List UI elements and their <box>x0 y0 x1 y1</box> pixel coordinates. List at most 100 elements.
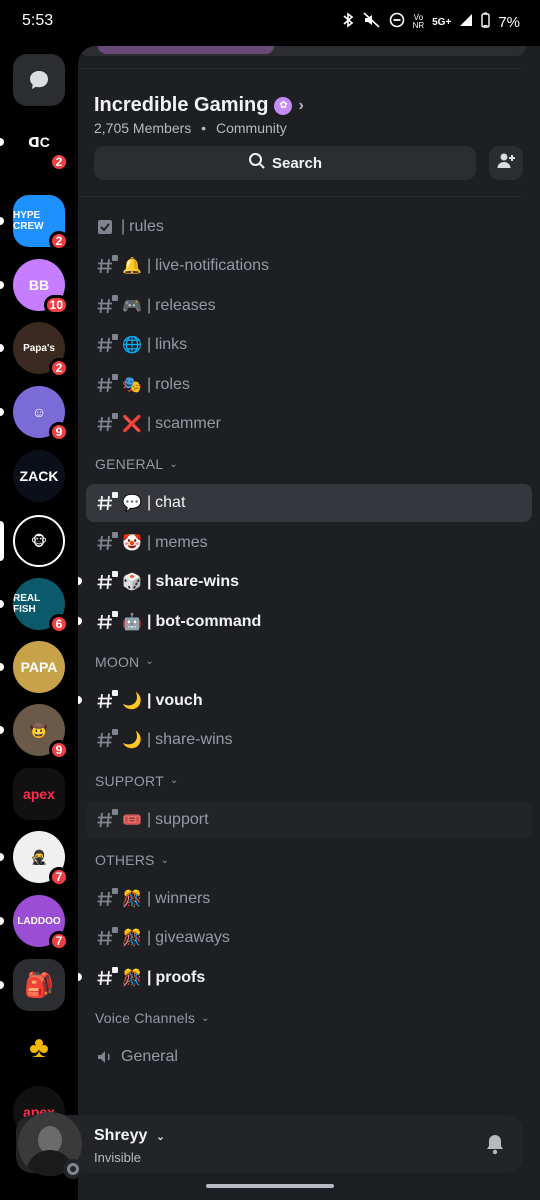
category-header[interactable]: SUPPORT ⌄ <box>86 761 532 801</box>
channel-separator: | <box>147 968 152 986</box>
volte-icon: Vo NR <box>412 13 425 30</box>
unread-indicator <box>0 521 4 561</box>
channel-item[interactable]: 🤡 | memes <box>86 524 532 562</box>
channel-name: rules <box>129 218 164 235</box>
channel-name: links <box>155 336 188 354</box>
server-icon[interactable]: LADDOO 7 <box>13 895 69 951</box>
channel-emoji: 🎲 <box>122 574 142 592</box>
invite-members-button[interactable] <box>489 146 523 180</box>
hash-lock-icon <box>95 808 118 830</box>
server-icon-label: apex <box>23 786 55 802</box>
hash-lock-icon <box>95 729 118 750</box>
channel-item[interactable]: | rules <box>86 208 532 246</box>
channel-separator: | <box>147 494 152 512</box>
direct-messages-button[interactable] <box>13 54 65 106</box>
unread-indicator <box>78 616 82 625</box>
channel-list: | rules 🔔 | live-notifications 🎮 | releases 🌐 | li… <box>78 208 532 1078</box>
channel-name: scammer <box>155 414 221 432</box>
hash-lock-icon <box>95 927 118 948</box>
server-icon[interactable]: 🥷 7 <box>13 831 69 887</box>
chevron-down-icon: ⌄ <box>160 854 170 866</box>
channel-item[interactable]: 🎮 | releases <box>86 287 532 325</box>
channel-emoji: 💬 <box>122 495 142 513</box>
channel-item[interactable]: 🤖 | bot-command <box>78 603 532 641</box>
unread-indicator <box>0 917 4 925</box>
channel-item[interactable]: 🌙 | share-wins <box>86 721 532 759</box>
server-icon[interactable]: REAL FISH 6 <box>13 578 69 634</box>
chat-bubble-icon <box>13 54 65 106</box>
channel-separator: | <box>147 890 152 908</box>
channel-emoji: 🌙 <box>122 692 142 710</box>
server-icon[interactable]: 🐵 <box>13 515 65 567</box>
channel-item[interactable]: 🔔 | live-notifications <box>86 247 532 285</box>
add-user-icon <box>496 151 516 176</box>
server-icon[interactable]: PAPA <box>13 641 65 693</box>
boost-flower-icon: ✿ <box>274 96 293 115</box>
channel-name: chat <box>155 494 186 512</box>
unread-indicator <box>78 972 82 981</box>
server-icon[interactable]: ☺ 9 <box>13 386 69 442</box>
channel-separator: | <box>147 810 152 828</box>
hash-lock-icon <box>95 412 118 434</box>
category-header[interactable]: MOON ⌄ <box>86 642 532 682</box>
server-icon[interactable]: Papa's 2 <box>13 322 69 378</box>
server-meta: 2,705 Members • Community <box>94 120 287 136</box>
server-icon[interactable]: ♣ <box>13 1022 65 1074</box>
hash-lock-icon <box>95 531 118 553</box>
channel-name: vouch <box>155 691 203 709</box>
channel-separator: | <box>147 296 152 314</box>
server-icon[interactable]: ꓷC 2 <box>13 116 69 172</box>
server-icon[interactable]: HYPE CREW 2 <box>13 195 69 251</box>
server-icon[interactable]: BB 10 <box>13 259 69 315</box>
bluetooth-icon <box>341 12 355 32</box>
server-icon[interactable]: 🤠 9 <box>13 704 69 760</box>
member-count: 2,705 Members <box>94 120 192 136</box>
channel-separator: | <box>147 691 152 709</box>
hash-lock-icon <box>95 610 118 632</box>
channel-name: share-wins <box>155 573 240 591</box>
server-icon-label: 🎒 <box>24 971 54 999</box>
hash-lock-icon <box>95 966 118 988</box>
server-title: Incredible Gaming <box>94 94 269 116</box>
server-icon[interactable]: ZACK <box>13 450 65 502</box>
channel-item[interactable]: 🎊 | proofs <box>78 959 532 997</box>
channel-emoji: 🎊 <box>122 930 142 948</box>
channel-item[interactable]: 🎊 | winners <box>86 880 532 918</box>
unread-badge: 6 <box>49 614 69 634</box>
category-header[interactable]: OTHERS ⌄ <box>86 840 532 880</box>
unread-badge: 2 <box>49 231 69 251</box>
channel-item[interactable]: 🌐 | links <box>86 326 532 364</box>
server-icon-label: ♣ <box>29 1031 49 1064</box>
server-rail: ꓷC 2 HYPE CREW 2 BB 10 Papa's 2 ☺ 9 ZACK 🐵 REAL FISH… <box>0 46 78 1200</box>
channel-item[interactable]: 🎟️ | support <box>86 800 532 839</box>
channel-item[interactable]: ❌ | scammer <box>86 405 532 443</box>
channel-name: roles <box>155 375 190 393</box>
channel-separator: | <box>147 929 152 947</box>
channel-item[interactable]: 🎲 | share-wins <box>78 563 532 601</box>
server-icon[interactable]: 🎒 <box>13 959 65 1011</box>
category-header[interactable]: GENERAL ⌄ <box>86 444 532 484</box>
hash-lock-icon <box>95 373 118 395</box>
server-icon[interactable]: apex <box>13 768 65 820</box>
channel-item[interactable]: 🎭 | roles <box>86 366 532 404</box>
battery-icon <box>481 12 491 32</box>
username[interactable]: Shreyy ⌄ <box>94 1127 165 1145</box>
channel-separator: | <box>147 612 152 630</box>
channel-separator: | <box>147 375 152 393</box>
hash-lock-icon <box>95 255 118 276</box>
channel-item[interactable]: 🌙 | vouch <box>78 682 532 720</box>
channel-item[interactable]: 💬 | chat <box>86 484 532 523</box>
user-bar[interactable]: Shreyy ⌄ Invisible <box>16 1112 523 1179</box>
channel-separator: | <box>147 257 152 275</box>
hash-lock-icon <box>95 492 118 513</box>
category-header[interactable]: Voice Channels ⌄ <box>86 998 532 1038</box>
notifications-bell-icon[interactable] <box>485 1133 505 1160</box>
voice-channel-item[interactable]: General <box>86 1038 532 1076</box>
search-button[interactable]: Search <box>94 146 476 180</box>
server-header[interactable]: Incredible Gaming ✿ › <box>94 94 304 117</box>
home-indicator <box>206 1184 334 1188</box>
channel-name: proofs <box>155 968 206 986</box>
hash-lock-icon <box>95 571 118 592</box>
channel-item[interactable]: 🎊 | giveaways <box>86 919 532 957</box>
channel-separator: | <box>147 336 152 354</box>
